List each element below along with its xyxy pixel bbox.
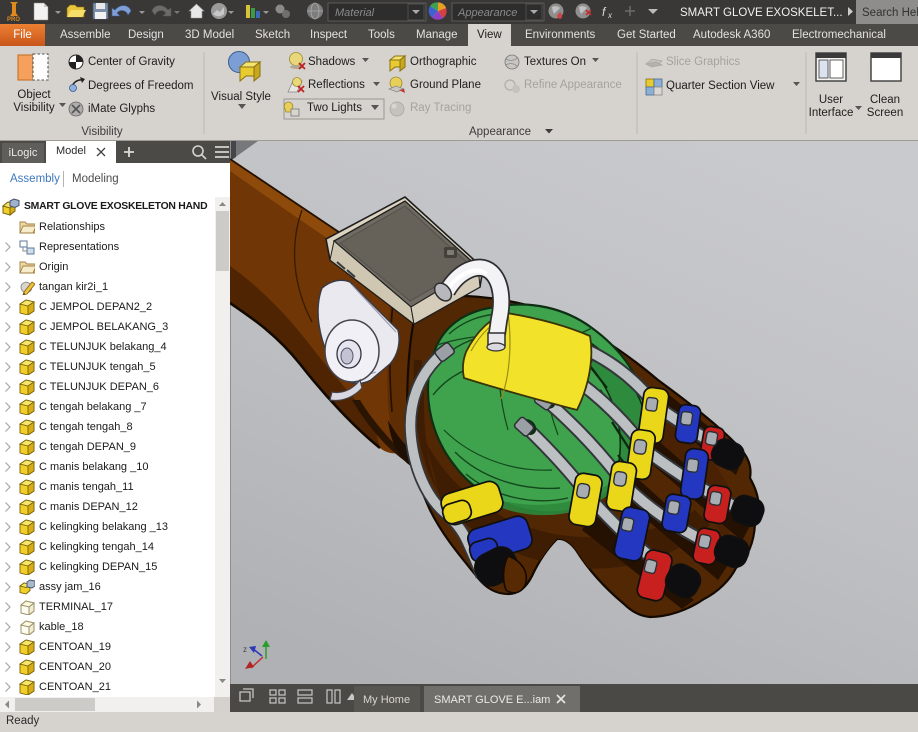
- svg-text:x: x: [607, 11, 613, 20]
- svg-text:SMART GLOVE E...iam: SMART GLOVE E...iam: [434, 694, 550, 706]
- svg-text:f: f: [602, 5, 607, 19]
- svg-text:Appearance: Appearance: [457, 7, 517, 19]
- svg-text:My Home: My Home: [363, 694, 410, 706]
- svg-text:PRO: PRO: [7, 17, 20, 23]
- svg-text:Material: Material: [335, 7, 375, 19]
- svg-text:SMART GLOVE EXOSKELET...: SMART GLOVE EXOSKELET...: [680, 7, 843, 19]
- svg-text:Search Hel: Search Hel: [862, 7, 918, 19]
- svg-text:z: z: [243, 645, 247, 654]
